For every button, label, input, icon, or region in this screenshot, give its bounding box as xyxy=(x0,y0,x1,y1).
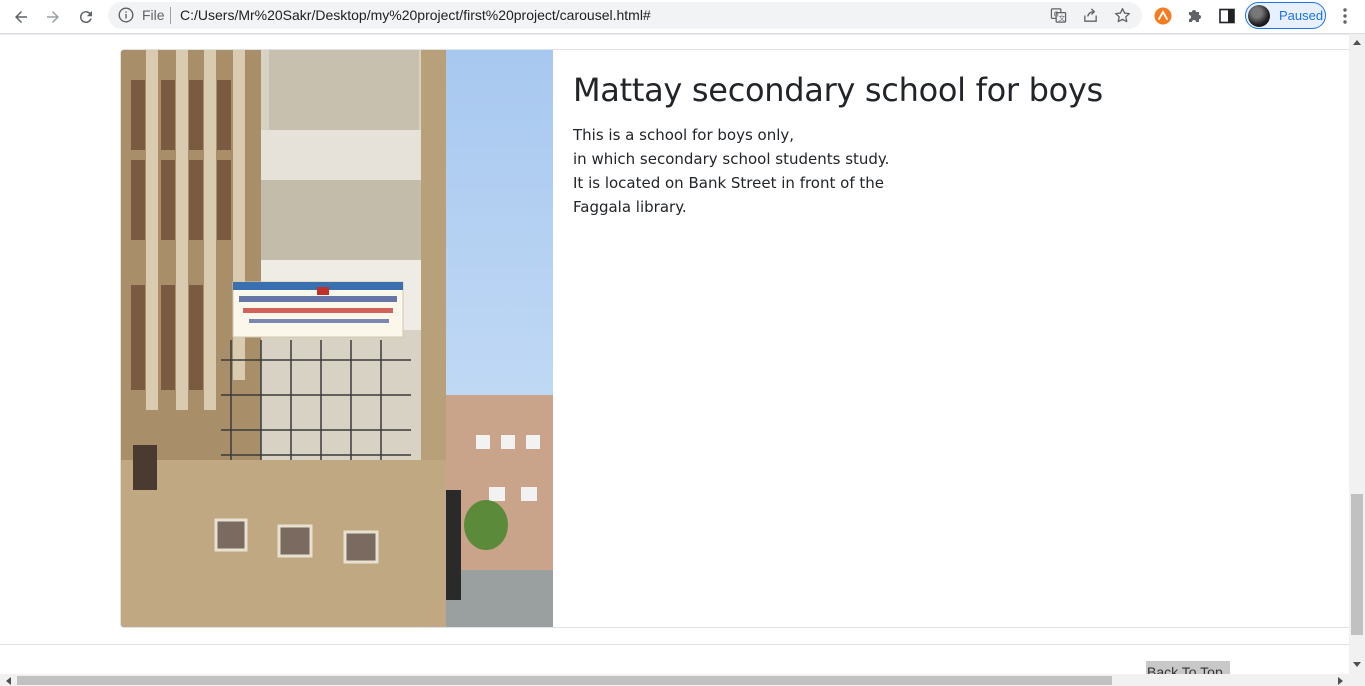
description-line: This is a school for boys only, xyxy=(573,126,795,144)
extension-orange-icon[interactable] xyxy=(1153,6,1173,26)
address-bar[interactable]: File C:/Users/Mr%20Sakr/Desktop/my%20pro… xyxy=(108,2,1142,29)
page-divider xyxy=(0,34,1349,35)
scroll-right-icon[interactable] xyxy=(1338,677,1343,685)
share-icon[interactable] xyxy=(1082,7,1099,24)
translate-icon[interactable]: G 文 xyxy=(1050,7,1067,24)
profile-status: Paused xyxy=(1279,8,1324,23)
description-line: It is located on Bank Street in front of… xyxy=(573,174,884,192)
card-description: This is a school for boys only, in which… xyxy=(573,123,889,219)
side-panel-icon[interactable] xyxy=(1217,6,1237,26)
description-line: in which secondary school students study… xyxy=(573,150,890,168)
scheme-label: File xyxy=(142,7,165,23)
info-icon[interactable] xyxy=(118,7,134,23)
kebab-menu-icon[interactable] xyxy=(1335,6,1355,26)
horizontal-scroll-thumb[interactable] xyxy=(17,676,1112,685)
profile-button[interactable]: Paused xyxy=(1245,2,1326,29)
description-line: Faggala library. xyxy=(573,198,687,216)
back-icon[interactable] xyxy=(8,4,34,30)
url-text[interactable]: C:/Users/Mr%20Sakr/Desktop/my%20project/… xyxy=(180,7,651,23)
puzzle-icon[interactable] xyxy=(1185,6,1205,26)
scroll-left-icon[interactable] xyxy=(6,677,11,685)
star-icon[interactable] xyxy=(1114,7,1131,24)
scroll-up-icon[interactable] xyxy=(1353,40,1361,45)
avatar xyxy=(1248,5,1270,27)
browser-toolbar: File C:/Users/Mr%20Sakr/Desktop/my%20pro… xyxy=(0,0,1365,34)
svg-text:文: 文 xyxy=(1059,14,1066,23)
scroll-down-icon[interactable] xyxy=(1353,662,1361,667)
vertical-scroll-thumb[interactable] xyxy=(1351,494,1363,635)
address-separator xyxy=(170,7,171,24)
forward-icon[interactable] xyxy=(40,4,66,30)
reload-icon[interactable] xyxy=(73,4,99,30)
school-image xyxy=(121,50,553,627)
card-title: Mattay secondary school for boys xyxy=(573,71,1103,109)
footer-divider xyxy=(0,644,1349,645)
